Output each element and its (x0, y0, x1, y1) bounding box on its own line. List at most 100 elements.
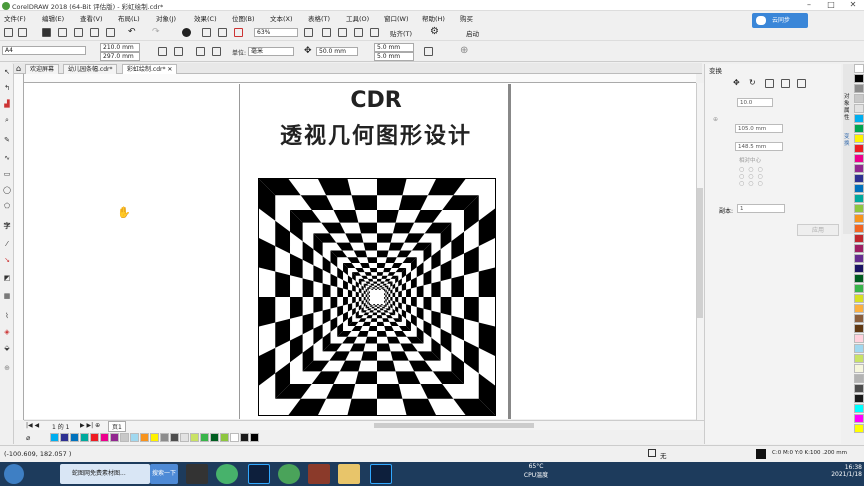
print-icon[interactable] (58, 28, 67, 37)
palette-swatch[interactable] (120, 433, 129, 442)
save-icon[interactable] (42, 28, 51, 37)
crop-tool-icon[interactable]: ▟ (3, 100, 11, 108)
scale-icon[interactable] (765, 79, 774, 88)
fill-swatch[interactable] (756, 449, 766, 459)
palette-swatch[interactable] (90, 433, 99, 442)
palette-swatch[interactable] (854, 284, 864, 293)
palette-swatch[interactable] (230, 433, 239, 442)
polygon-tool-icon[interactable]: ⬠ (3, 202, 11, 210)
rotation-angle-field[interactable]: 10.0 (737, 98, 773, 107)
skew-icon[interactable] (797, 79, 806, 88)
palette-swatch[interactable] (210, 433, 219, 442)
apply-button[interactable]: 应用 (797, 224, 839, 236)
palette-swatch[interactable] (854, 264, 864, 273)
palette-swatch[interactable] (140, 433, 149, 442)
nudge-distance-field[interactable]: 50.0 mm (316, 47, 358, 56)
side-tab-object-properties[interactable]: 对象属性 (844, 94, 853, 122)
wechat-taskbar-icon[interactable] (216, 464, 238, 484)
palette-swatch[interactable] (854, 394, 864, 403)
all-pages-icon[interactable] (196, 47, 205, 56)
no-color-icon[interactable]: ⌀ (26, 434, 30, 442)
snap-to-dropdown[interactable]: 贴齐(T) (390, 28, 412, 38)
freehand-tool-icon[interactable]: ✎ (3, 136, 11, 144)
palette-swatch[interactable] (854, 364, 864, 373)
show-bleed-icon[interactable] (370, 28, 379, 37)
smart-fill-icon[interactable]: ⬙ (3, 344, 11, 352)
palette-swatch[interactable] (854, 174, 864, 183)
paste-icon[interactable] (106, 28, 115, 37)
palette-swatch[interactable] (854, 244, 864, 253)
menu-item-3[interactable]: 布局(L) (118, 13, 140, 23)
menu-item-4[interactable]: 对象(J) (156, 13, 176, 23)
palette-swatch[interactable] (854, 124, 864, 133)
rotate-icon[interactable]: ↻ (749, 78, 756, 87)
duplicate-y-field[interactable]: 5.0 mm (374, 52, 414, 61)
page-size-select[interactable]: A4 (2, 46, 86, 55)
drawing-page[interactable]: CDR 透视几何图形设计 (239, 84, 511, 419)
palette-swatch[interactable] (60, 433, 69, 442)
page-tab-1[interactable]: 页1 (108, 421, 126, 432)
palette-swatch[interactable] (854, 154, 864, 163)
photoshop2-taskbar-icon[interactable] (370, 464, 392, 484)
horizontal-scroll-thumb[interactable] (374, 423, 534, 428)
palette-swatch[interactable] (854, 64, 864, 73)
ellipse-tool-icon[interactable]: ◯ (3, 186, 11, 194)
palette-swatch[interactable] (854, 114, 864, 123)
menu-item-2[interactable]: 查看(V) (80, 13, 103, 23)
taskbar-search-button[interactable]: 搜索一下 (150, 464, 178, 484)
palette-swatch[interactable] (854, 304, 864, 313)
palette-swatch[interactable] (854, 84, 864, 93)
menu-item-9[interactable]: 工具(O) (346, 13, 369, 23)
refresh-app-taskbar-icon[interactable] (278, 464, 300, 484)
taskbar-browser-item[interactable]: 蛇图网免费素材图... (60, 464, 150, 484)
export-icon[interactable] (218, 28, 227, 37)
add-tool-icon[interactable]: ⊕ (3, 364, 11, 372)
palette-swatch[interactable] (854, 424, 864, 433)
first-page-icon[interactable]: |◀ ◀ (26, 422, 39, 429)
palette-swatch[interactable] (110, 433, 119, 442)
connector-tool-icon[interactable]: ↘ (3, 256, 11, 264)
home-icon[interactable]: ⌂ (16, 64, 21, 73)
palette-swatch[interactable] (854, 74, 864, 83)
search-content-icon[interactable] (182, 28, 191, 37)
menu-item-11[interactable]: 帮助(H) (422, 13, 445, 23)
relative-center-checkbox[interactable]: 相对中心 (739, 156, 761, 164)
palette-swatch[interactable] (854, 144, 864, 153)
menu-item-7[interactable]: 文本(X) (270, 13, 293, 23)
gear-icon[interactable]: ⚙ (430, 26, 439, 37)
palette-swatch[interactable] (160, 433, 169, 442)
current-page-icon[interactable] (212, 47, 221, 56)
tab-welcome[interactable]: 欢迎屏幕 (25, 64, 60, 74)
palette-swatch[interactable] (150, 433, 159, 442)
palette-swatch[interactable] (250, 433, 259, 442)
palette-swatch[interactable] (854, 374, 864, 383)
copy-icon[interactable] (90, 28, 99, 37)
palette-swatch[interactable] (854, 404, 864, 413)
palette-swatch[interactable] (130, 433, 139, 442)
tab-kindergarten-banner[interactable]: 幼儿园条幅.cdr* (63, 64, 118, 74)
palette-swatch[interactable] (854, 204, 864, 213)
center-y-field[interactable]: 148.5 mm (735, 142, 783, 151)
menu-item-12[interactable]: 购买 (460, 13, 473, 23)
import-icon[interactable] (202, 28, 211, 37)
palette-swatch[interactable] (854, 214, 864, 223)
palette-swatch[interactable] (180, 433, 189, 442)
outline-swatch[interactable] (648, 449, 656, 457)
horizontal-scrollbar[interactable]: |◀ ◀ 1 的 1 ▶ ▶| ⊕ 页1 (24, 420, 704, 432)
palette-swatch[interactable] (854, 234, 864, 243)
menu-item-8[interactable]: 表格(T) (308, 13, 330, 23)
close-button[interactable]: ✕ (842, 0, 864, 10)
undo-icon[interactable]: ↶ (128, 27, 136, 37)
launch-dropdown[interactable]: 启动 (466, 28, 479, 38)
page-height-field[interactable]: 297.0 mm (100, 52, 140, 61)
palette-swatch[interactable] (854, 354, 864, 363)
show-grid-icon[interactable] (338, 28, 347, 37)
palette-swatch[interactable] (854, 224, 864, 233)
tab-rainbow-drawing[interactable]: 彩虹绘制.cdr* ✕ (122, 64, 178, 74)
file-explorer-taskbar-icon[interactable] (338, 464, 360, 484)
app-taskbar-icon[interactable] (308, 464, 330, 484)
vertical-scroll-thumb[interactable] (697, 188, 703, 318)
size-icon[interactable] (781, 79, 790, 88)
open-icon[interactable] (18, 28, 27, 37)
treat-as-filled-icon[interactable] (424, 47, 433, 56)
